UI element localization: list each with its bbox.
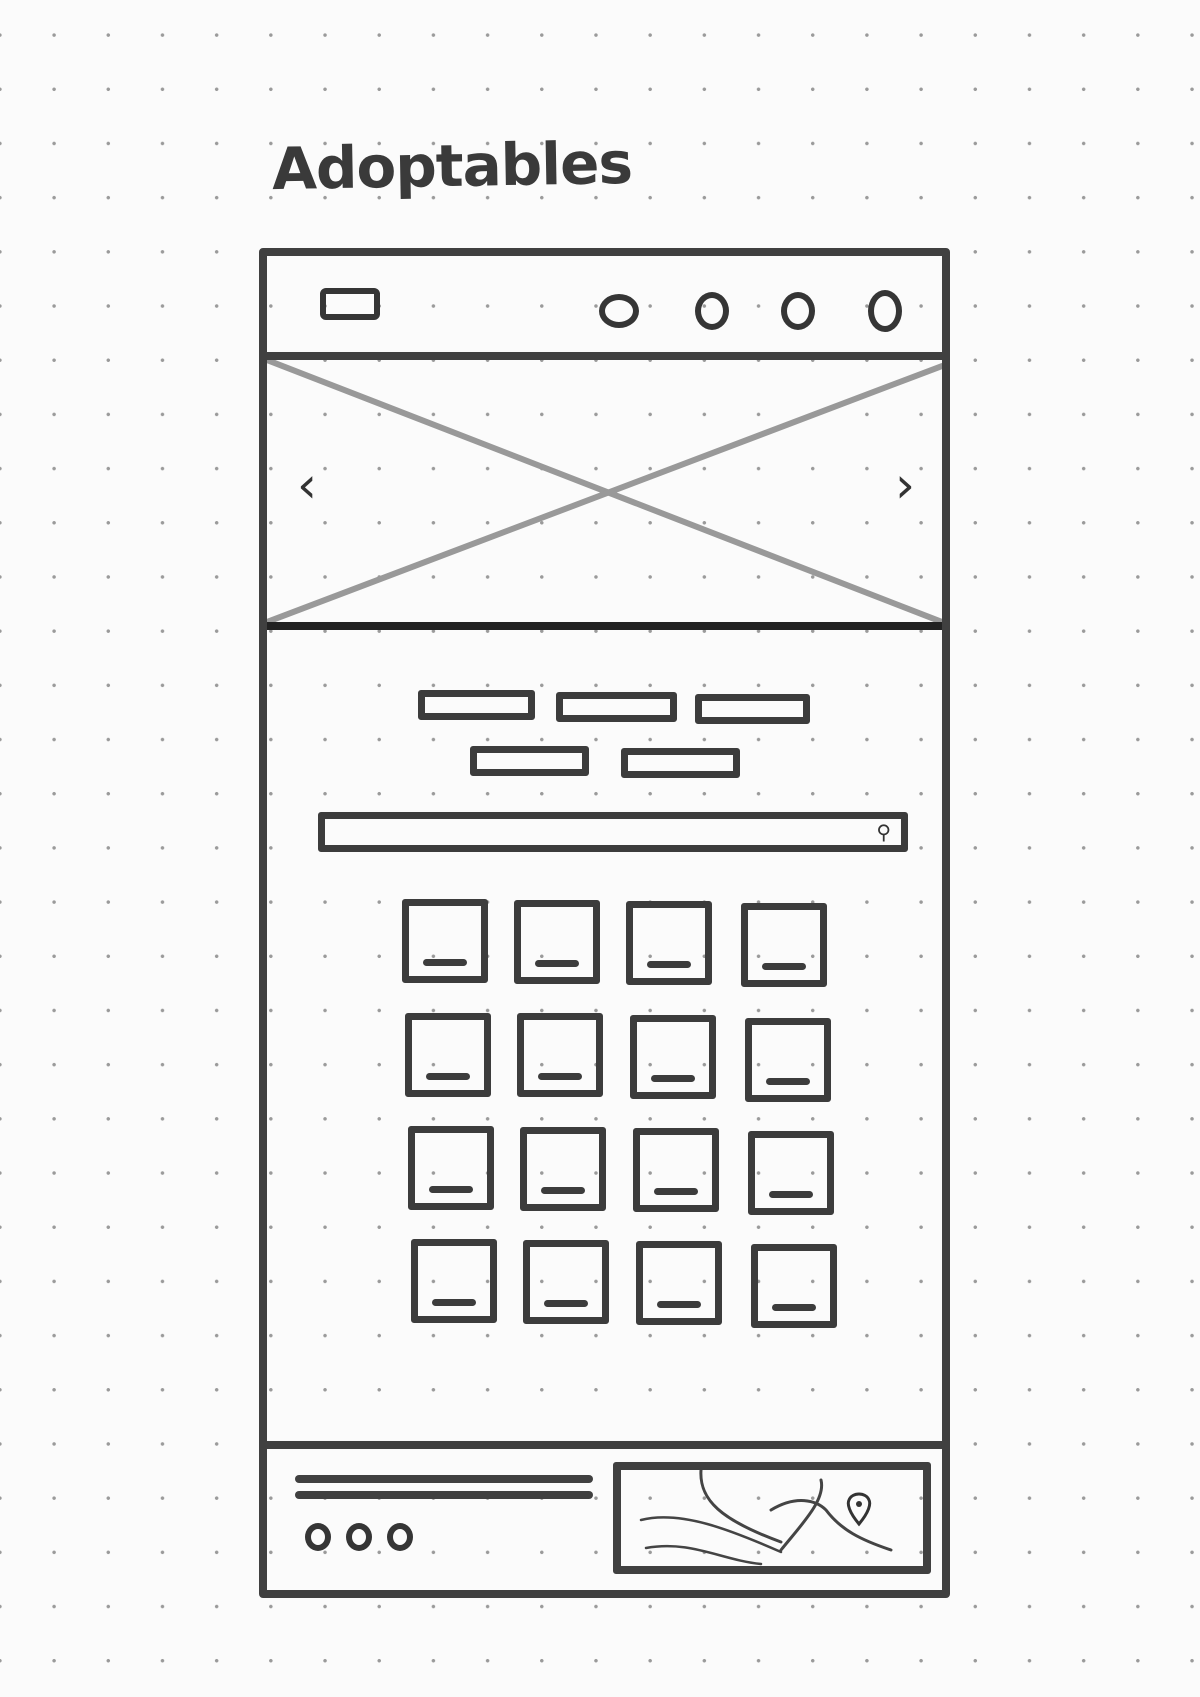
- pet-card-caption: [423, 959, 467, 966]
- logo-placeholder[interactable]: [320, 288, 380, 320]
- pet-card-caption: [647, 961, 691, 968]
- pet-card-caption: [535, 960, 579, 967]
- social-link-1[interactable]: [305, 1523, 331, 1551]
- pet-card-caption: [544, 1300, 588, 1307]
- social-link-2[interactable]: [346, 1523, 372, 1551]
- filter-button-3[interactable]: [695, 694, 810, 724]
- pet-card[interactable]: [751, 1244, 837, 1328]
- pet-card[interactable]: [745, 1018, 831, 1102]
- pet-card[interactable]: [520, 1127, 606, 1211]
- pet-card[interactable]: [630, 1015, 716, 1099]
- hero-carousel: ‹ ›: [267, 360, 942, 630]
- map-roads: [639, 1470, 893, 1566]
- pet-card[interactable]: [626, 901, 712, 985]
- pet-card-caption: [766, 1078, 810, 1085]
- map-pin-icon[interactable]: [846, 1492, 872, 1527]
- pet-card-caption: [541, 1187, 585, 1194]
- pet-card[interactable]: [741, 903, 827, 987]
- pet-card[interactable]: [408, 1126, 494, 1210]
- social-link-3[interactable]: [387, 1523, 413, 1551]
- wireframe-frame: ‹ › ⚲: [259, 248, 950, 1598]
- nav-link-3[interactable]: [781, 292, 815, 330]
- pet-card-caption: [651, 1075, 695, 1082]
- nav-link-4[interactable]: [868, 290, 902, 332]
- pet-card-caption: [762, 963, 806, 970]
- chevron-left-icon[interactable]: ‹: [297, 460, 317, 510]
- location-map[interactable]: [613, 1462, 931, 1574]
- pet-card-caption: [654, 1188, 698, 1195]
- pet-card[interactable]: [405, 1013, 491, 1097]
- chevron-right-icon[interactable]: ›: [895, 460, 915, 510]
- nav-link-2[interactable]: [695, 292, 729, 330]
- pet-card[interactable]: [636, 1241, 722, 1325]
- pet-card[interactable]: [402, 899, 488, 983]
- footer-divider: [267, 1441, 942, 1449]
- page-title: Adoptables: [271, 128, 633, 204]
- pet-card[interactable]: [633, 1128, 719, 1212]
- search-input[interactable]: ⚲: [318, 812, 908, 852]
- pet-card[interactable]: [523, 1240, 609, 1324]
- pet-card[interactable]: [517, 1013, 603, 1097]
- footer-text-line: [295, 1475, 593, 1483]
- filter-button-2[interactable]: [556, 692, 677, 722]
- filter-button-1[interactable]: [418, 690, 535, 720]
- filter-button-5[interactable]: [621, 748, 740, 778]
- pet-card-caption: [772, 1304, 816, 1311]
- site-header: [267, 256, 942, 360]
- pet-card-caption: [769, 1191, 813, 1198]
- pet-card[interactable]: [411, 1239, 497, 1323]
- footer-text-line: [295, 1491, 593, 1499]
- pet-card-caption: [426, 1073, 470, 1080]
- pet-card-caption: [538, 1073, 582, 1080]
- filter-button-4[interactable]: [470, 746, 589, 776]
- pet-card-caption: [657, 1301, 701, 1308]
- search-icon[interactable]: ⚲: [876, 822, 891, 842]
- nav-link-1[interactable]: [599, 294, 639, 328]
- image-placeholder-cross: [267, 360, 942, 622]
- pet-card[interactable]: [748, 1131, 834, 1215]
- pet-card-caption: [429, 1186, 473, 1193]
- pet-card-caption: [432, 1299, 476, 1306]
- pet-card[interactable]: [514, 900, 600, 984]
